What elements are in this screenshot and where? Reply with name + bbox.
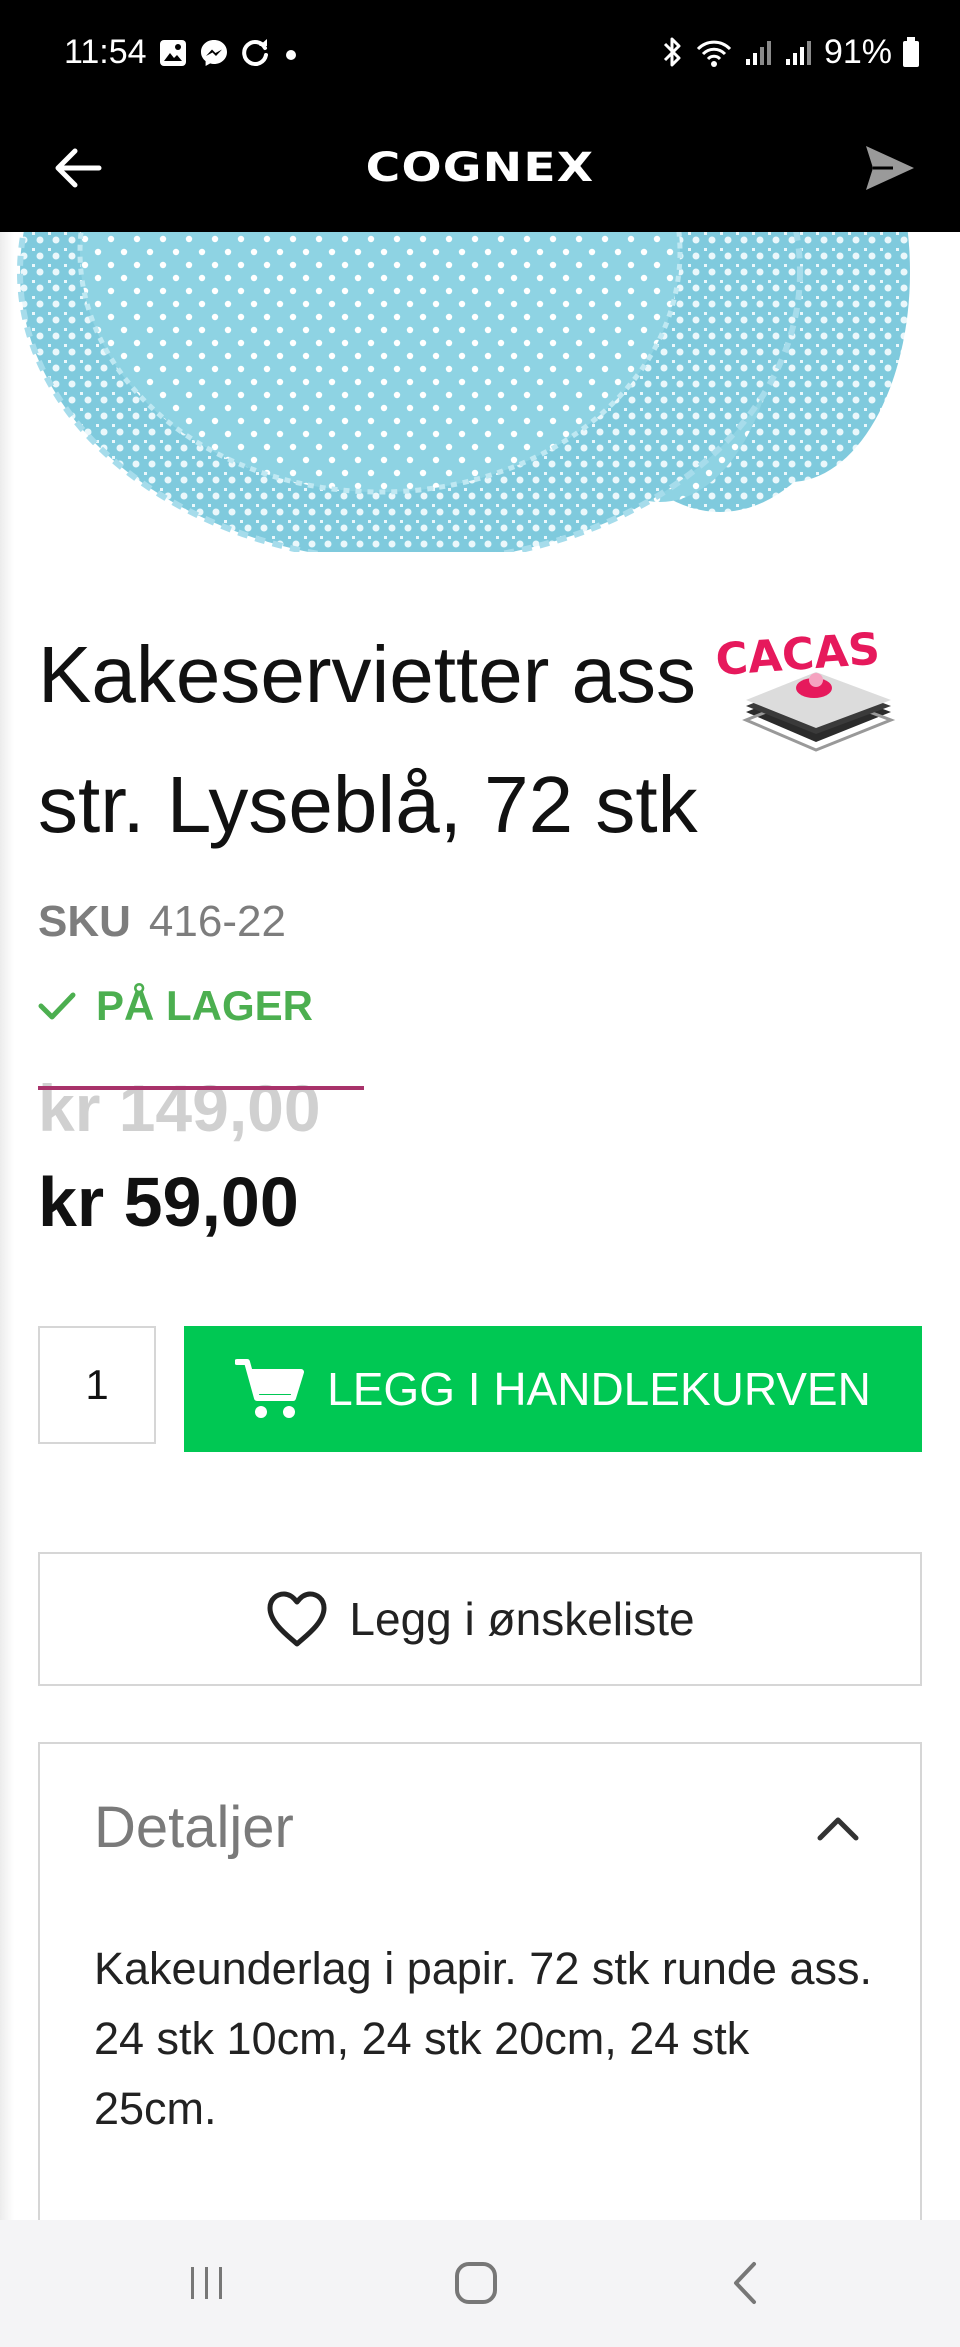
details-panel: Detaljer Kakeunderlag i papir. 72 stk ru… — [38, 1742, 922, 2262]
dot-icon — [286, 50, 296, 60]
status-bar: 11:54 91% — [0, 0, 960, 104]
shopping-cart-icon — [235, 1359, 305, 1418]
chevron-up-icon — [817, 1817, 859, 1841]
app-header: COGNEX — [0, 104, 960, 232]
signal-icon-2 — [785, 41, 811, 65]
product-title-line-1: Kakeservietter ass — [38, 630, 697, 719]
heart-icon — [267, 1591, 327, 1647]
nav-recents-button[interactable] — [172, 2248, 242, 2318]
brand-logo: COGNEX — [365, 145, 595, 191]
check-icon — [38, 992, 76, 1020]
product-image — [0, 232, 960, 552]
status-time: 11:54 — [64, 33, 147, 71]
product-title-line-2: str. Lyseblå, 72 stk — [38, 760, 698, 849]
paper-doilies-image — [17, 232, 910, 552]
battery-percent: 91% — [823, 33, 892, 71]
bluetooth-icon — [663, 37, 681, 67]
sync-icon — [242, 39, 268, 66]
sku-row: SKU 416-22 — [38, 892, 286, 952]
system-navigation-bar — [0, 2220, 960, 2347]
cacas-logo: CACAS — [714, 624, 896, 752]
home-icon — [455, 2262, 497, 2304]
nav-home-button[interactable] — [441, 2248, 511, 2318]
battery-icon — [903, 37, 919, 67]
signal-icon-1 — [745, 41, 771, 65]
add-to-cart-button[interactable]: LEGG I HANDLEKURVEN — [184, 1326, 922, 1452]
stock-label: PÅ LAGER — [96, 982, 314, 1029]
stock-status: PÅ LAGER — [38, 976, 313, 1036]
old-price-strikethrough — [38, 1086, 364, 1090]
wishlist-label: Legg i ønskeliste — [349, 1593, 695, 1645]
brand-badge: CACAS — [714, 620, 916, 760]
status-right: 91% — [660, 28, 920, 76]
sku-value: 416-22 — [148, 897, 286, 946]
sku-label: SKU — [38, 897, 131, 946]
details-line-2: 24 stk 10cm, 24 stk 20cm, 24 stk 25cm. — [94, 2013, 750, 2134]
details-toggle[interactable]: Detaljer — [40, 1744, 920, 1912]
add-to-cart-label: LEGG I HANDLEKURVEN — [327, 1363, 871, 1415]
quantity-input[interactable] — [38, 1326, 156, 1444]
recents-icon — [191, 2267, 222, 2299]
back-icon — [734, 2262, 756, 2304]
details-description: Kakeunderlag i papir. 72 stk runde ass. … — [94, 1934, 874, 2144]
gallery-icon — [160, 40, 186, 66]
nav-back-button[interactable] — [710, 2248, 780, 2318]
old-price: kr 149,00 — [38, 1071, 321, 1145]
notification-icons — [158, 34, 302, 72]
messenger-icon — [201, 40, 227, 66]
send-icon — [866, 146, 914, 190]
details-title: Detaljer — [94, 1795, 294, 1860]
wifi-icon — [696, 40, 732, 67]
svg-text:CACAS: CACAS — [716, 624, 882, 686]
details-line-1: Kakeunderlag i papir. 72 stk runde ass. — [94, 1943, 872, 1994]
add-to-wishlist-button[interactable]: Legg i ønskeliste — [38, 1552, 922, 1686]
current-price: kr 59,00 — [38, 1163, 299, 1241]
edge-shade — [0, 232, 14, 2220]
share-button[interactable] — [854, 132, 926, 204]
